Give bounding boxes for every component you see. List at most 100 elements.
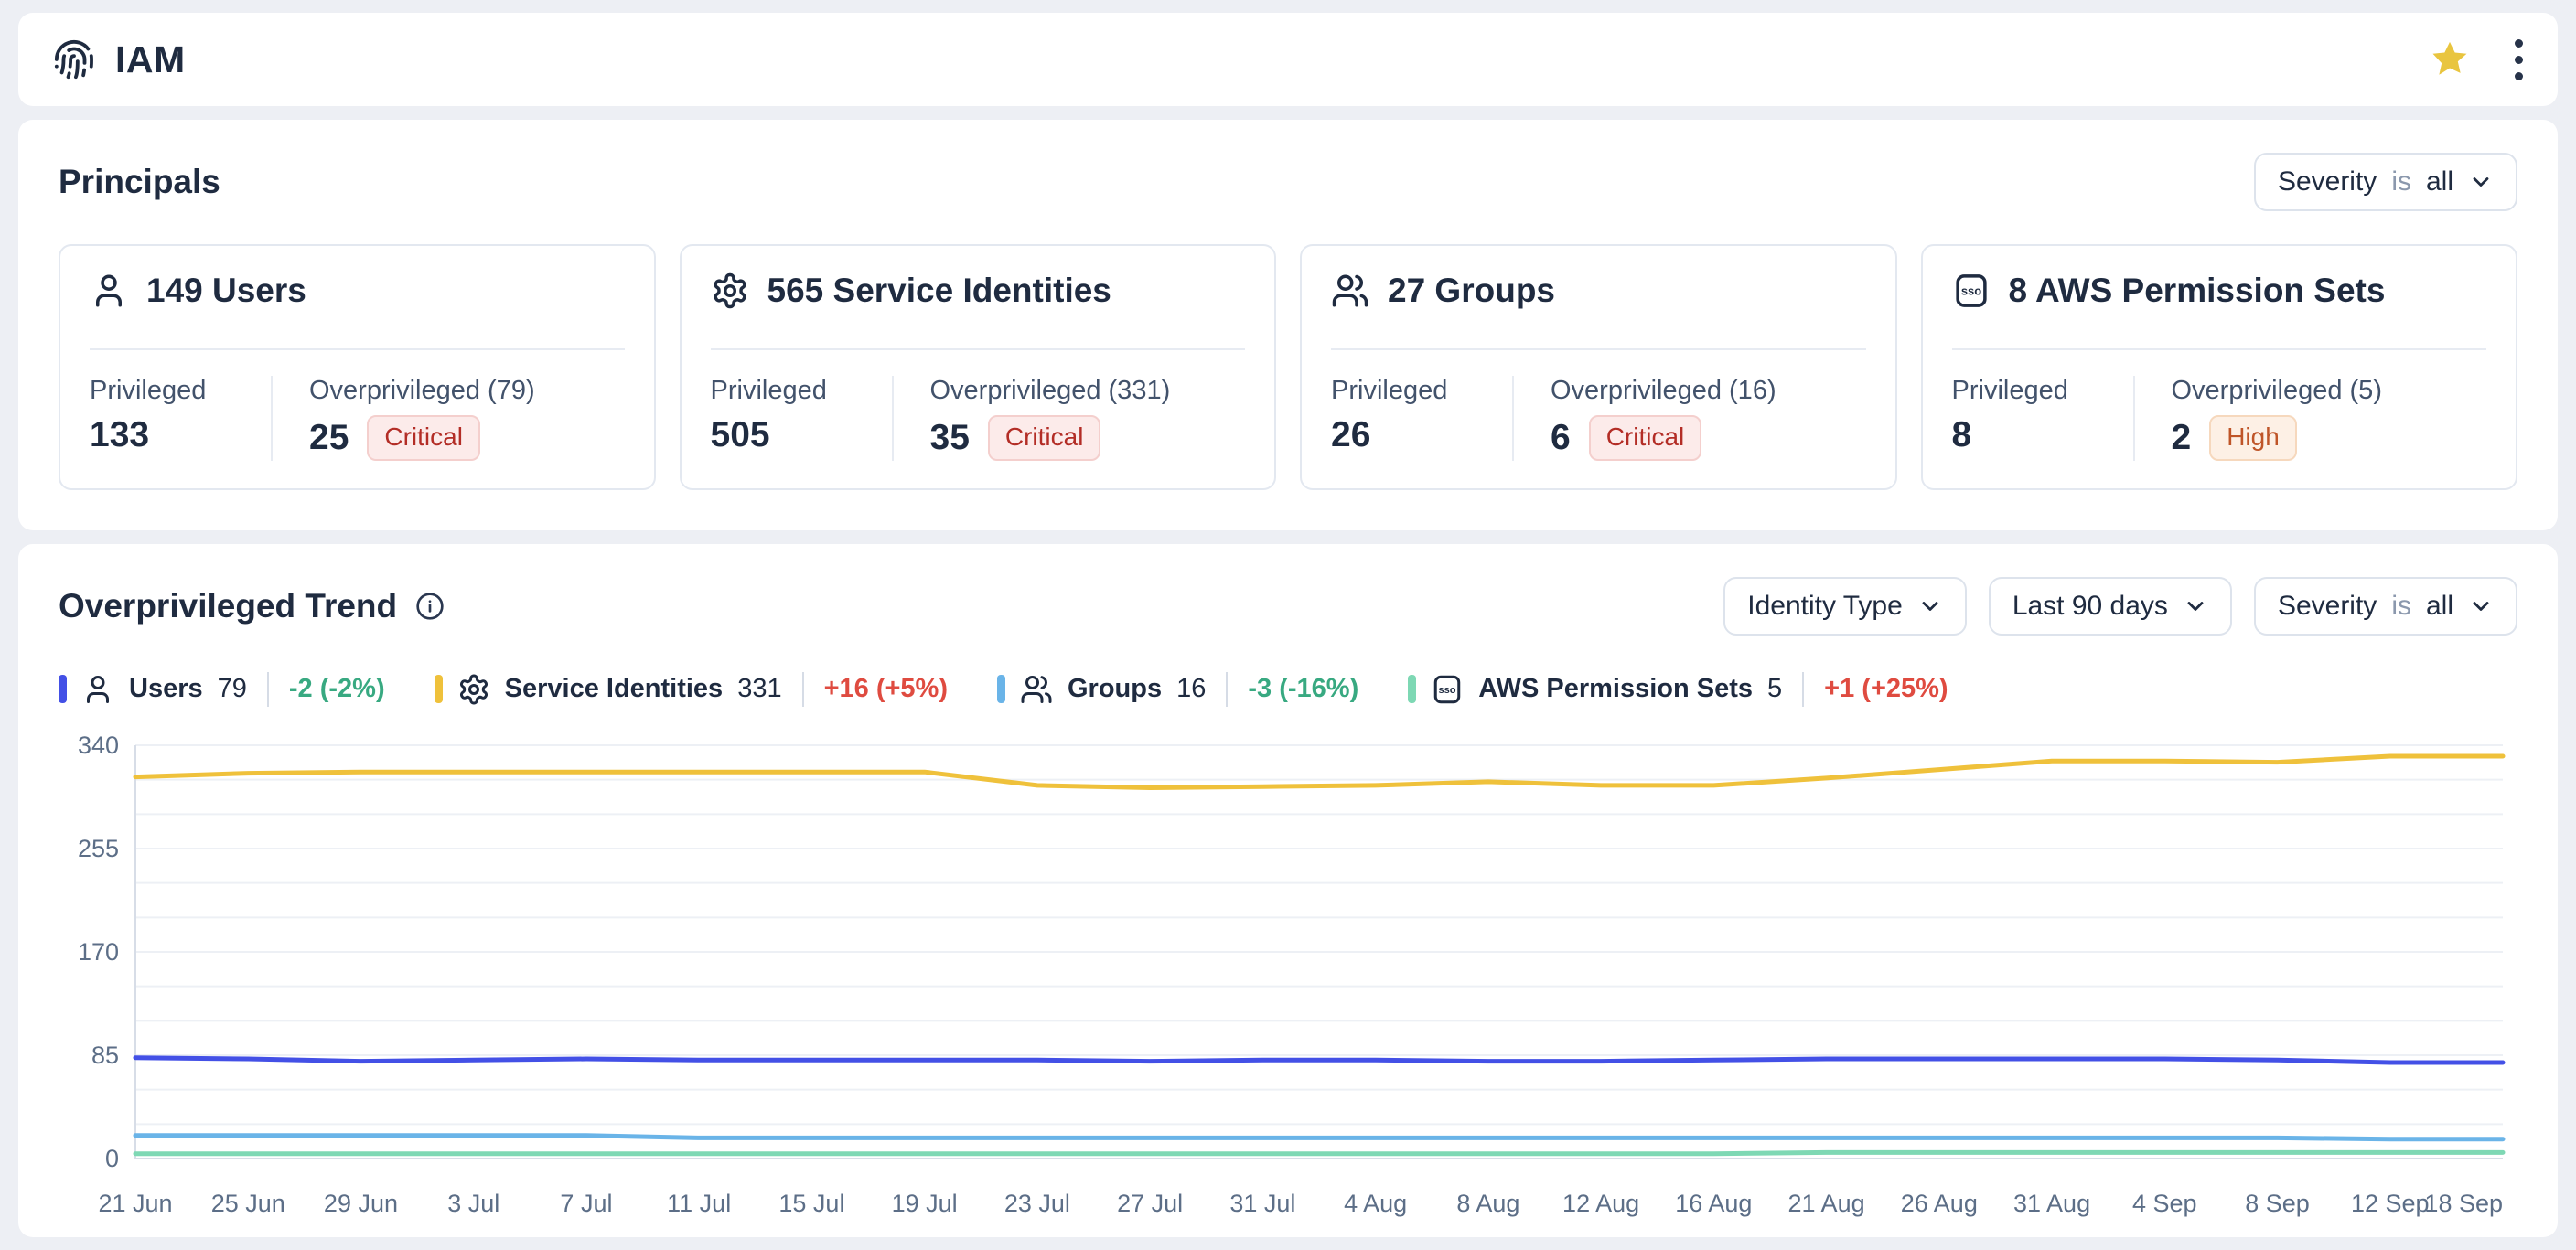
filter-label: Identity Type — [1747, 591, 1903, 622]
legend-separator — [1802, 672, 1804, 707]
severity-badge: High — [2209, 415, 2297, 461]
user-icon — [90, 272, 128, 310]
card-title: 565 Service Identities — [767, 272, 1111, 310]
identity-type-filter[interactable]: Identity Type — [1723, 577, 1967, 636]
svg-text:12 Sep: 12 Sep — [2351, 1190, 2430, 1217]
svg-text:19 Jul: 19 Jul — [892, 1190, 958, 1217]
favorite-star-icon[interactable] — [2429, 38, 2471, 80]
svg-text:11 Jul: 11 Jul — [667, 1190, 731, 1217]
legend-swatch — [1408, 675, 1416, 703]
legend-change: +1 (+25%) — [1824, 674, 1948, 704]
svg-text:4 Sep: 4 Sep — [2132, 1190, 2197, 1217]
svg-text:0: 0 — [105, 1145, 119, 1172]
chart-legend: Users 79 -2 (-2%) Service Identities 331… — [59, 672, 2517, 707]
legend-swatch — [435, 675, 443, 703]
trend-section: Overprivileged Trend Identity Type Last … — [18, 544, 2558, 1237]
svg-text:18 Sep: 18 Sep — [2424, 1190, 2503, 1217]
legend-value: 79 — [218, 674, 247, 704]
card-divider — [90, 348, 625, 350]
user-icon — [81, 673, 114, 706]
chevron-down-icon — [2468, 593, 2494, 619]
filter-operator: is — [2391, 591, 2411, 622]
severity-badge: Critical — [367, 415, 480, 461]
privileged-label: Privileged — [90, 376, 271, 406]
svg-text:25 Jun: 25 Jun — [211, 1190, 285, 1217]
svg-text:21 Aug: 21 Aug — [1788, 1190, 1865, 1217]
chevron-down-icon — [1917, 593, 1943, 619]
svg-text:255: 255 — [78, 835, 119, 862]
kebab-menu-icon[interactable] — [2515, 39, 2523, 80]
trend-line-chart[interactable]: 08517025534021 Jun25 Jun29 Jun3 Jul7 Jul… — [59, 720, 2517, 1237]
svg-text:85: 85 — [91, 1042, 119, 1069]
chevron-down-icon — [2468, 169, 2494, 195]
svg-text:12 Aug: 12 Aug — [1562, 1190, 1639, 1217]
principal-card[interactable]: sso 8 AWS Permission Sets Privileged 8 O… — [1921, 244, 2518, 490]
svg-text:23 Jul: 23 Jul — [1004, 1190, 1070, 1217]
legend-swatch — [59, 675, 67, 703]
svg-text:26 Aug: 26 Aug — [1901, 1190, 1978, 1217]
privileged-label: Privileged — [711, 376, 892, 406]
svg-text:27 Jul: 27 Jul — [1117, 1190, 1183, 1217]
legend-item[interactable]: sso AWS Permission Sets 5 +1 (+25%) — [1408, 672, 1948, 707]
legend-value: 16 — [1176, 674, 1206, 704]
page-title: IAM — [115, 38, 186, 81]
legend-name: Users — [129, 674, 203, 704]
principal-card[interactable]: 565 Service Identities Privileged 505 Ov… — [680, 244, 1277, 490]
users-group-icon — [1331, 272, 1369, 310]
card-title: 8 AWS Permission Sets — [2009, 272, 2386, 310]
legend-value: 331 — [737, 674, 781, 704]
overprivileged-label: Overprivileged (331) — [930, 376, 1171, 406]
users-group-icon — [1020, 673, 1053, 706]
card-title: 27 Groups — [1388, 272, 1555, 310]
legend-change: -3 (-16%) — [1248, 674, 1358, 704]
svg-text:16 Aug: 16 Aug — [1675, 1190, 1752, 1217]
svg-text:8 Sep: 8 Sep — [2245, 1190, 2310, 1217]
principal-card[interactable]: 149 Users Privileged 133 Overprivileged … — [59, 244, 656, 490]
privileged-label: Privileged — [1952, 376, 2133, 406]
svg-text:3 Jul: 3 Jul — [447, 1190, 499, 1217]
principal-cards: 149 Users Privileged 133 Overprivileged … — [59, 244, 2517, 490]
card-divider — [711, 348, 1246, 350]
privileged-value: 133 — [90, 415, 271, 455]
privileged-value: 8 — [1952, 415, 2133, 455]
time-range-filter[interactable]: Last 90 days — [1989, 577, 2232, 636]
legend-swatch — [997, 675, 1005, 703]
page: IAM Principals Severity is all — [0, 0, 2576, 1250]
card-title: 149 Users — [146, 272, 306, 310]
svg-text:170: 170 — [78, 938, 119, 966]
gear-icon — [457, 673, 490, 706]
svg-text:340: 340 — [78, 732, 119, 759]
legend-name: Service Identities — [505, 674, 724, 704]
filter-value: all — [2426, 166, 2453, 198]
fingerprint-icon — [53, 38, 95, 80]
legend-name: Groups — [1068, 674, 1162, 704]
principal-card[interactable]: 27 Groups Privileged 26 Overprivileged (… — [1300, 244, 1897, 490]
filter-operator: is — [2391, 166, 2411, 198]
chevron-down-icon — [2183, 593, 2208, 619]
severity-badge: Critical — [1589, 415, 1702, 461]
legend-separator — [802, 672, 804, 707]
principals-severity-filter[interactable]: Severity is all — [2254, 153, 2517, 211]
legend-separator — [267, 672, 269, 707]
card-divider — [1952, 348, 2487, 350]
svg-text:31 Jul: 31 Jul — [1229, 1190, 1295, 1217]
legend-item[interactable]: Service Identities 331 +16 (+5%) — [435, 672, 948, 707]
overprivileged-value: 6 — [1551, 418, 1571, 458]
sso-icon: sso — [1431, 673, 1464, 706]
filter-field: Severity — [2278, 166, 2377, 198]
legend-item[interactable]: Users 79 -2 (-2%) — [59, 672, 385, 707]
trend-severity-filter[interactable]: Severity is all — [2254, 577, 2517, 636]
principals-title: Principals — [59, 163, 220, 201]
legend-item[interactable]: Groups 16 -3 (-16%) — [997, 672, 1358, 707]
trend-title: Overprivileged Trend — [59, 587, 397, 625]
overprivileged-label: Overprivileged (79) — [309, 376, 535, 406]
header-bar: IAM — [18, 13, 2558, 106]
svg-text:21 Jun: 21 Jun — [98, 1190, 172, 1217]
svg-text:8 Aug: 8 Aug — [1456, 1190, 1519, 1217]
info-icon[interactable] — [415, 592, 445, 621]
privileged-value: 26 — [1331, 415, 1512, 455]
overprivileged-value: 35 — [930, 418, 970, 458]
severity-badge: Critical — [988, 415, 1101, 461]
legend-separator — [1226, 672, 1228, 707]
privileged-value: 505 — [711, 415, 892, 455]
